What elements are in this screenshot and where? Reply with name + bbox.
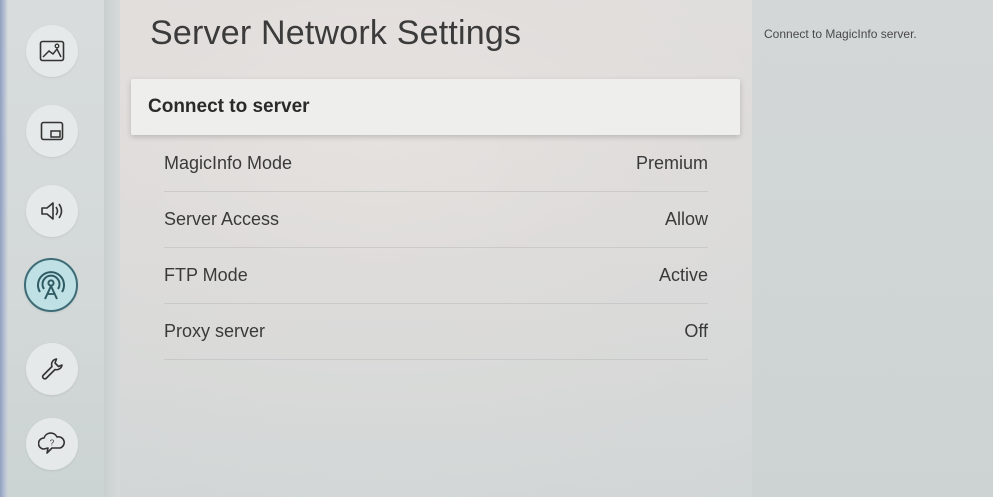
sidebar-item-pip[interactable]: [26, 105, 78, 157]
page-title: Server Network Settings: [150, 14, 522, 52]
ftp-mode-value: Active: [658, 265, 708, 285]
proxy-server-value: Off: [684, 321, 708, 341]
support-icon: ?: [38, 432, 66, 456]
server-access-value: Allow: [664, 209, 708, 229]
help-text: Connect to MagicInfo server.: [764, 27, 917, 41]
svg-text:?: ?: [50, 439, 55, 448]
server-access-label: Server Access: [164, 209, 280, 229]
picture-icon: [39, 40, 65, 62]
ftp-mode-label: FTP Mode: [164, 265, 248, 285]
sidebar-edge: [0, 0, 8, 497]
screen: ? Server Network Settings Connect to ser…: [0, 0, 993, 497]
network-icon: [34, 268, 68, 302]
menu-item-server-access[interactable]: Server Access Allow: [164, 192, 708, 248]
connect-to-server-item[interactable]: Connect to server: [131, 79, 740, 135]
proxy-server-label: Proxy server: [164, 321, 266, 341]
magicinfo-mode-label: MagicInfo Mode: [164, 153, 293, 173]
menu-item-magicinfo-mode[interactable]: MagicInfo Mode Premium: [164, 136, 708, 192]
connect-to-server-label: Connect to server: [148, 96, 310, 117]
wrench-icon: [39, 356, 65, 382]
menu-item-ftp-mode[interactable]: FTP Mode Active: [164, 248, 708, 304]
magicinfo-mode-value: Premium: [635, 153, 708, 173]
pip-icon: [40, 121, 64, 141]
sidebar-item-support[interactable]: ?: [26, 418, 78, 470]
sidebar-item-network[interactable]: [24, 258, 78, 312]
menu-item-proxy-server[interactable]: Proxy server Off: [164, 304, 708, 360]
sidebar-item-support-tools[interactable]: [26, 343, 78, 395]
help-panel: [752, 0, 993, 497]
sidebar-item-sound[interactable]: [26, 185, 78, 237]
sidebar-divider: [104, 0, 120, 497]
sound-icon: [39, 200, 65, 222]
sidebar-item-picture[interactable]: [26, 25, 78, 77]
